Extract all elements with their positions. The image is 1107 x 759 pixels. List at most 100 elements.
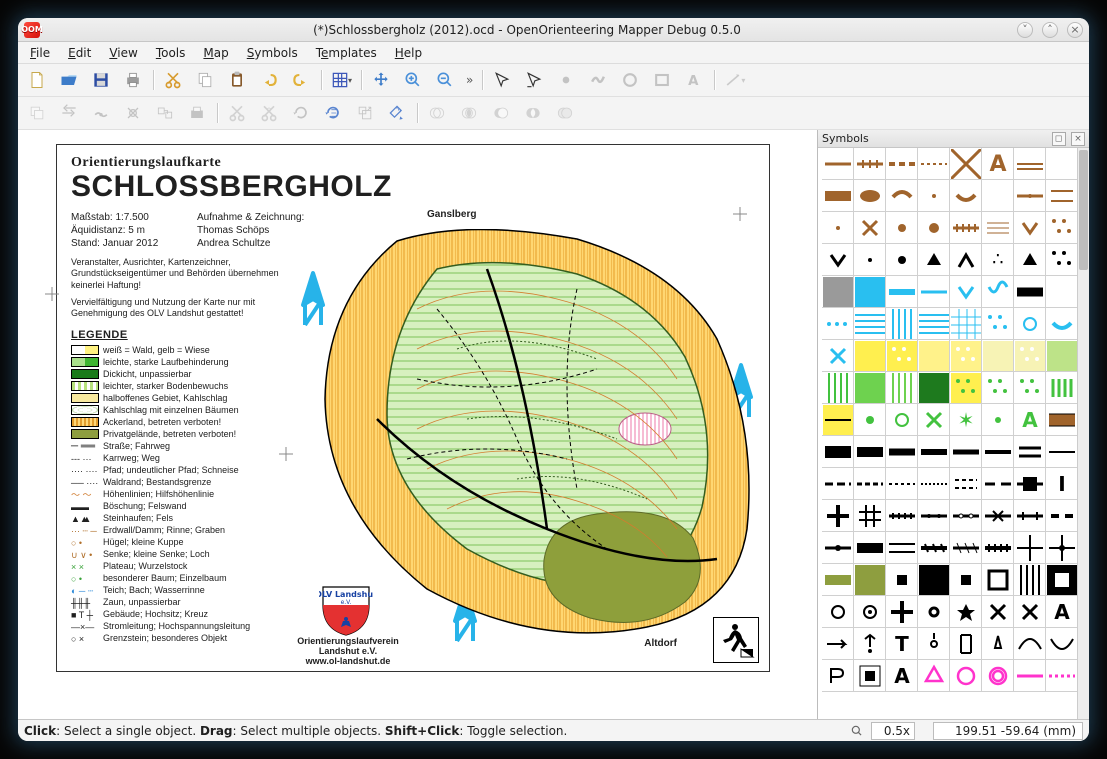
symbol-cell[interactable] xyxy=(918,596,950,628)
symbol-cell[interactable] xyxy=(822,244,854,276)
symbol-cell[interactable] xyxy=(950,308,982,340)
symbol-cell[interactable] xyxy=(822,308,854,340)
symbol-cell[interactable] xyxy=(1014,148,1046,180)
rect-tool[interactable] xyxy=(647,66,677,94)
rotate-pattern-button[interactable] xyxy=(318,99,348,127)
symbol-cell[interactable] xyxy=(854,436,886,468)
symbol-cell[interactable] xyxy=(854,628,886,660)
symbol-cell[interactable] xyxy=(1014,276,1046,308)
symbol-cell[interactable] xyxy=(918,500,950,532)
symbol-cell[interactable] xyxy=(886,212,918,244)
symbol-cell[interactable]: A xyxy=(1046,596,1078,628)
symbol-cell[interactable] xyxy=(886,148,918,180)
switch-symbol-button[interactable] xyxy=(150,99,180,127)
symbol-cell[interactable] xyxy=(950,628,982,660)
cut-button[interactable] xyxy=(158,66,188,94)
point-tool[interactable] xyxy=(551,66,581,94)
connect-button[interactable] xyxy=(86,99,116,127)
symbol-cell[interactable] xyxy=(1014,660,1046,692)
symbol-cell[interactable] xyxy=(950,340,982,372)
map-canvas[interactable]: Orientierungslaufkarte SCHLOSSBERGHOLZ M… xyxy=(18,130,817,719)
edit-tool[interactable] xyxy=(519,66,549,94)
symbol-cell[interactable] xyxy=(886,244,918,276)
switch-dir-button[interactable] xyxy=(54,99,84,127)
scale-button[interactable] xyxy=(350,99,380,127)
bool-union-button[interactable] xyxy=(422,99,452,127)
symbol-cell[interactable] xyxy=(1046,372,1078,404)
symbol-cell[interactable] xyxy=(982,276,1014,308)
symbol-cell[interactable] xyxy=(822,532,854,564)
symbol-cell[interactable] xyxy=(950,500,982,532)
symbol-cell[interactable] xyxy=(886,596,918,628)
snap-button[interactable] xyxy=(118,99,148,127)
toolbar-overflow-icon[interactable]: » xyxy=(462,73,477,87)
symbol-cell[interactable]: ✶ xyxy=(950,404,982,436)
menu-symbols[interactable]: Symbols xyxy=(239,44,306,62)
symbol-cell[interactable] xyxy=(918,404,950,436)
symbol-cell[interactable] xyxy=(822,596,854,628)
bool-merge-button[interactable] xyxy=(550,99,580,127)
window-close-button[interactable]: × xyxy=(1067,22,1083,38)
symbol-cell[interactable] xyxy=(854,372,886,404)
draw-line-tool[interactable]: ▾ xyxy=(719,66,749,94)
symbol-cell[interactable] xyxy=(822,436,854,468)
symbol-cell[interactable] xyxy=(886,436,918,468)
symbol-cell[interactable] xyxy=(982,500,1014,532)
symbol-cell[interactable] xyxy=(1046,500,1078,532)
symbol-cell[interactable] xyxy=(1014,436,1046,468)
symbol-cell[interactable]: T xyxy=(886,628,918,660)
symbol-cell[interactable] xyxy=(950,372,982,404)
symbol-cell[interactable] xyxy=(854,468,886,500)
symbols-grid[interactable]: A∴✶AIATA xyxy=(818,148,1089,719)
symbol-cell[interactable] xyxy=(1014,244,1046,276)
menu-templates[interactable]: Templates xyxy=(308,44,385,62)
open-file-button[interactable] xyxy=(54,66,84,94)
menu-tools[interactable]: Tools xyxy=(148,44,194,62)
symbol-cell[interactable] xyxy=(918,532,950,564)
symbol-cell[interactable] xyxy=(918,212,950,244)
symbol-cell[interactable] xyxy=(1014,564,1046,596)
symbol-cell[interactable] xyxy=(982,340,1014,372)
symbol-cell[interactable] xyxy=(886,308,918,340)
symbol-cell[interactable] xyxy=(854,180,886,212)
symbol-cell[interactable] xyxy=(1014,212,1046,244)
symbol-cell[interactable] xyxy=(886,532,918,564)
symbol-cell[interactable] xyxy=(982,180,1014,212)
symbol-cell[interactable] xyxy=(886,500,918,532)
symbol-cell[interactable] xyxy=(1046,180,1078,212)
symbol-cell[interactable] xyxy=(1046,212,1078,244)
redo-button[interactable] xyxy=(286,66,316,94)
symbol-cell[interactable] xyxy=(822,500,854,532)
symbol-cell[interactable] xyxy=(854,276,886,308)
bool-subtract-button[interactable] xyxy=(486,99,516,127)
symbol-cell[interactable] xyxy=(950,212,982,244)
symbol-cell[interactable]: ∴ xyxy=(982,244,1014,276)
symbol-cell[interactable] xyxy=(950,436,982,468)
symbol-cell[interactable] xyxy=(982,372,1014,404)
symbol-cell[interactable] xyxy=(918,628,950,660)
undo-button[interactable] xyxy=(254,66,284,94)
symbol-cell[interactable]: A xyxy=(982,148,1014,180)
symbol-cell[interactable] xyxy=(982,660,1014,692)
duplicate-button[interactable] xyxy=(22,99,52,127)
symbol-cell[interactable] xyxy=(1046,244,1078,276)
symbol-cell[interactable] xyxy=(1046,308,1078,340)
menu-help[interactable]: Help xyxy=(387,44,430,62)
symbol-cell[interactable] xyxy=(854,404,886,436)
symbol-cell[interactable] xyxy=(982,308,1014,340)
symbol-cell[interactable] xyxy=(950,596,982,628)
menu-map[interactable]: Map xyxy=(195,44,236,62)
symbol-cell[interactable] xyxy=(1046,660,1078,692)
symbol-cell[interactable] xyxy=(854,340,886,372)
symbol-cell[interactable] xyxy=(854,596,886,628)
symbols-scrollbar[interactable] xyxy=(1077,148,1089,719)
bool-intersect-button[interactable] xyxy=(454,99,484,127)
symbol-cell[interactable] xyxy=(822,180,854,212)
window-minimize-button[interactable]: ˅ xyxy=(1017,22,1033,38)
rotate-button[interactable] xyxy=(286,99,316,127)
new-file-button[interactable] xyxy=(22,66,52,94)
zoom-out-button[interactable] xyxy=(430,66,460,94)
symbol-cell[interactable] xyxy=(918,244,950,276)
window-maximize-button[interactable]: ˄ xyxy=(1042,22,1058,38)
grid-button[interactable]: ▾ xyxy=(326,66,356,94)
